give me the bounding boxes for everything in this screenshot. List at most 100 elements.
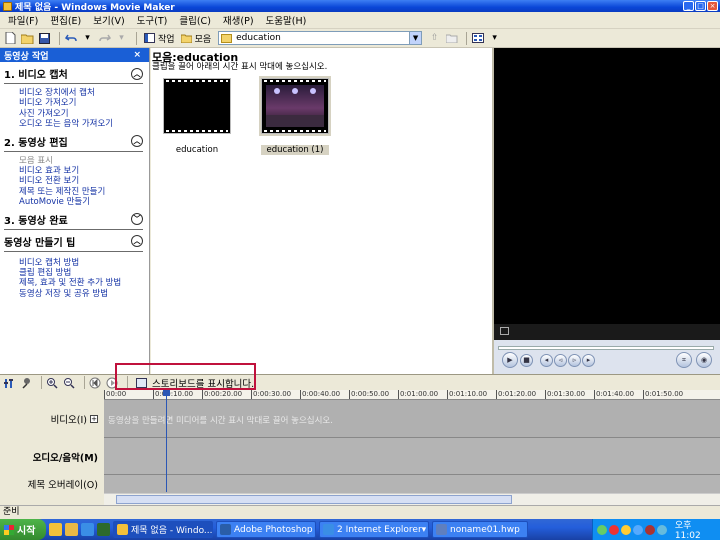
taskbar-button-photoshop[interactable]: Adobe Photoshop (216, 521, 316, 538)
section-capture-video[interactable]: 1. 비디오 캡처 ︿ (0, 66, 149, 81)
menu-view[interactable]: 보기(V) (93, 13, 124, 27)
tray-icon[interactable] (608, 524, 619, 535)
zoom-in-icon[interactable] (46, 377, 58, 389)
taskbar-button-hwp[interactable]: noname01.hwp (432, 521, 528, 538)
ruler-tick: 0:00:40.00 (300, 390, 341, 399)
link-how-capture[interactable]: 비디오 캡처 방법 (0, 258, 149, 268)
set-audio-levels-icon[interactable] (3, 377, 15, 389)
quick-launch-icon[interactable] (97, 523, 110, 536)
folder-icon[interactable] (65, 523, 78, 536)
audio-track-area[interactable] (104, 438, 720, 475)
views-icon[interactable] (471, 32, 484, 45)
clip-thumbnail[interactable]: education (163, 78, 231, 155)
section-title: 2. 동영상 편집 (4, 137, 68, 149)
tasks-button[interactable]: 작업 (141, 31, 178, 46)
chevron-up-icon[interactable]: ︿ (131, 135, 143, 148)
section-title: 1. 비디오 캡처 (4, 70, 68, 81)
seek-slider[interactable] (498, 346, 714, 350)
new-collection-icon[interactable] (445, 32, 458, 45)
video-track-area[interactable]: 동영상을 만들려면 미디어를 시간 표시 막대로 끌어 놓으십시오. (104, 400, 720, 438)
undo-dropdown-icon[interactable]: ▾ (81, 32, 94, 45)
link-how-edit[interactable]: 클립 편집 방법 (0, 268, 149, 278)
menu-clip[interactable]: 클립(C) (179, 13, 211, 27)
movie-tasks-header: 동영상 작업 × (0, 48, 149, 62)
next-frame-icon[interactable]: ▸ (582, 354, 595, 367)
menu-file[interactable]: 파일(F) (8, 13, 38, 27)
link-view-transitions[interactable]: 비디오 전환 보기 (0, 176, 149, 186)
tray-icon[interactable] (644, 524, 655, 535)
menu-play[interactable]: 재생(P) (223, 13, 254, 27)
views-dropdown-icon[interactable]: ▾ (488, 32, 501, 45)
taskbar-button-ie-group[interactable]: 2 Internet Explorer ▾ (319, 521, 429, 538)
title-overlay-area[interactable] (104, 475, 720, 493)
link-automovie[interactable]: AutoMovie 만들기 (0, 197, 149, 207)
close-icon[interactable]: × (133, 50, 141, 60)
tray-icon[interactable] (620, 524, 631, 535)
link-make-titles[interactable]: 제목 또는 제작진 만들기 (0, 187, 149, 197)
chevron-up-icon[interactable]: ︿ (131, 235, 143, 248)
menu-edit[interactable]: 편집(E) (50, 13, 81, 27)
play-icon[interactable]: ▶ (502, 352, 518, 368)
redo-icon[interactable] (98, 32, 111, 45)
status-text: 준비 (3, 507, 20, 517)
movie-maker-icon (3, 1, 12, 11)
taskbar-button-movie-maker[interactable]: 제목 없음 - Windo... (113, 521, 213, 538)
playhead-indicator[interactable] (166, 390, 167, 492)
link-import-pictures[interactable]: 사진 가져오기 (0, 109, 149, 119)
section-finish-movie[interactable]: 3. 동영상 완료 ﹀ (0, 212, 149, 227)
link-import-video[interactable]: 비디오 가져오기 (0, 98, 149, 108)
minimize-button[interactable]: _ (683, 1, 694, 11)
ie-icon[interactable] (81, 523, 94, 536)
stop-icon[interactable]: ■ (520, 354, 533, 367)
chevron-down-icon[interactable]: ﹀ (131, 213, 143, 226)
close-button[interactable]: × (707, 1, 718, 11)
save-project-icon[interactable] (38, 32, 51, 45)
play-timeline-icon[interactable] (106, 377, 118, 389)
collections-button[interactable]: 모음 (178, 31, 215, 46)
link-how-save[interactable]: 동영상 저장 및 공유 방법 (0, 289, 149, 299)
scrollbar-thumb[interactable] (116, 495, 512, 504)
rewind-timeline-icon[interactable] (89, 377, 101, 389)
link-how-add-effects[interactable]: 제목, 효과 및 전환 추가 방법 (0, 278, 149, 288)
redo-dropdown-icon[interactable]: ▾ (115, 32, 128, 45)
split-clip-icon[interactable]: ⌗ (676, 352, 692, 368)
clip-thumbnail-selected[interactable]: education (1) (259, 76, 331, 155)
previous-frame-icon[interactable]: ◂ (540, 354, 553, 367)
link-show-collections[interactable]: 모음 표시 (0, 156, 149, 166)
divider (4, 250, 143, 252)
quick-launch-icon[interactable] (49, 523, 62, 536)
fullscreen-icon[interactable] (500, 327, 509, 335)
narrate-timeline-icon[interactable] (20, 377, 32, 389)
section-movie-tips[interactable]: 동영상 만들기 팁 ︿ (0, 234, 149, 249)
divider (4, 83, 143, 84)
start-button[interactable]: 시작 (0, 519, 46, 540)
snapshot-icon[interactable]: ◉ (696, 352, 712, 368)
collection-dropdown[interactable]: education ▼ (218, 31, 423, 45)
tray-icon[interactable] (632, 524, 643, 535)
new-project-icon[interactable] (4, 32, 17, 45)
tray-icon[interactable] (597, 524, 607, 535)
show-storyboard-button[interactable]: 스토리보드를 표시합니다. (136, 376, 254, 390)
ruler-scale[interactable]: 00:00 0:00:10.00 0:00:20.00 0:00:30.00 0… (104, 390, 720, 400)
timeline-scrollbar[interactable] (104, 493, 720, 505)
menu-tools[interactable]: 도구(T) (137, 13, 168, 27)
forward-icon[interactable]: ▹ (568, 354, 581, 367)
undo-icon[interactable] (64, 32, 77, 45)
up-folder-icon[interactable]: ⇧ (428, 32, 441, 45)
link-view-effects[interactable]: 비디오 효과 보기 (0, 166, 149, 176)
maximize-button[interactable]: □ (695, 1, 706, 11)
clock[interactable]: 오후 11:02 (675, 518, 720, 540)
chevron-down-icon[interactable]: ▼ (409, 32, 422, 44)
expand-icon[interactable]: + (90, 415, 98, 423)
menu-bar: 파일(F) 편집(E) 보기(V) 도구(T) 클립(C) 재생(P) 도움말(… (0, 12, 720, 29)
toolbar: ▾ ▾ 작업 모음 education ▼ ⇧ ▾ (0, 29, 720, 48)
open-project-icon[interactable] (21, 32, 34, 45)
link-capture-from-device[interactable]: 비디오 장치에서 캡처 (0, 88, 149, 98)
tray-icon[interactable] (656, 524, 667, 535)
link-import-audio[interactable]: 오디오 또는 음악 가져오기 (0, 119, 149, 129)
section-edit-movie[interactable]: 2. 동영상 편집 ︿ (0, 134, 149, 149)
chevron-up-icon[interactable]: ︿ (131, 67, 143, 80)
back-icon[interactable]: ◃ (554, 354, 567, 367)
menu-help[interactable]: 도움말(H) (266, 13, 307, 27)
zoom-out-icon[interactable] (63, 377, 75, 389)
